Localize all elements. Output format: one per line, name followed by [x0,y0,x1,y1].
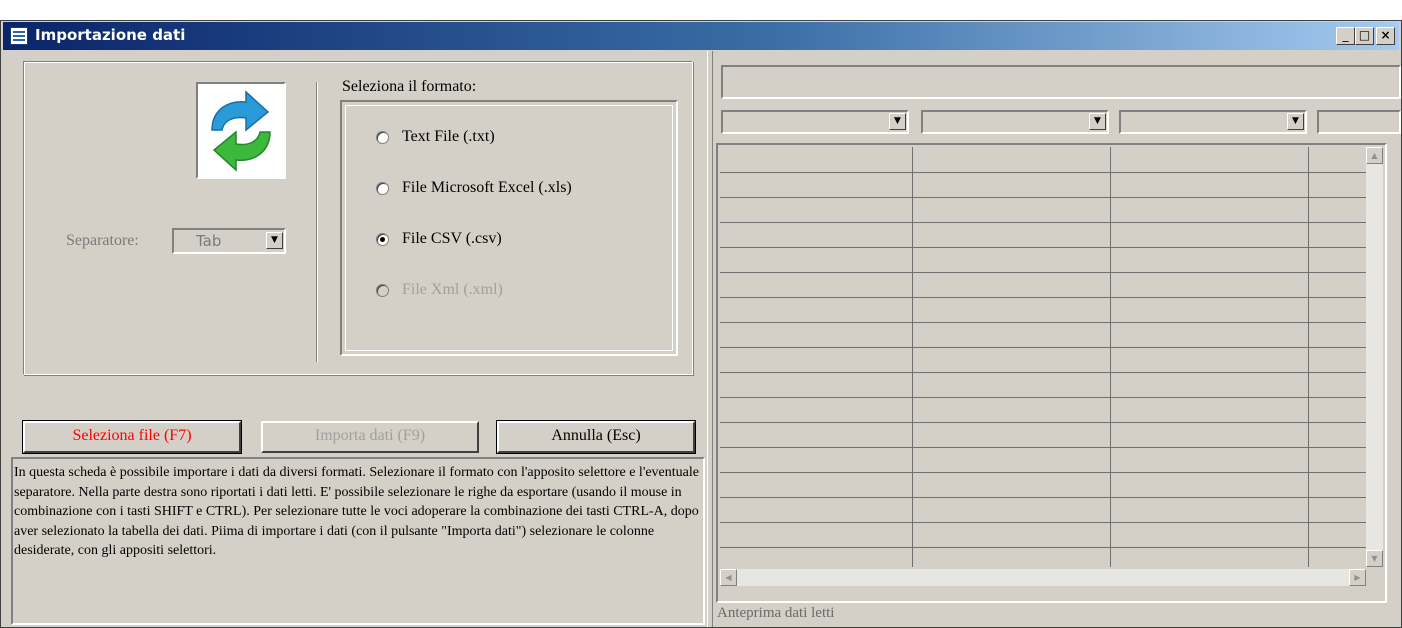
minimize-button[interactable]: _ [1336,27,1355,45]
cancel-button[interactable]: Annulla (Esc) [497,421,695,453]
format-radio-group: Text File (.txt) File Microsoft Excel (.… [340,100,678,356]
grid-row-line [720,222,1366,223]
radio-text-file[interactable]: Text File (.txt) [376,126,495,148]
grid-row-line [720,397,1366,398]
grid-row-line [720,472,1366,473]
radio-xml-file: File Xml (.xml) [376,279,503,301]
radio-label: Text File (.txt) [402,128,495,145]
chevron-down-icon: ▼ [266,232,283,249]
radio-button-disabled [376,283,389,297]
grid-row-line [720,522,1366,523]
horizontal-scrollbar[interactable]: ◀ ▶ [720,569,1366,586]
chevron-down-icon: ▼ [1287,113,1304,130]
grid-column-line [1110,147,1111,567]
separator-select[interactable]: Tab ▼ [172,228,286,254]
radio-label: File Microsoft Excel (.xls) [402,179,572,196]
separator-value: Tab [196,232,222,250]
separator-label: Separatore: [66,232,139,249]
import-window: Importazione dati _ □ × Separatore: Tab … [0,20,1402,628]
preview-status-label: Anteprima dati letti [717,605,835,621]
chevron-down-icon: ▼ [1089,113,1106,130]
help-text: In questa scheda è possibile importare i… [14,465,699,558]
scroll-right-icon[interactable]: ▶ [1349,569,1366,586]
scroll-left-icon[interactable]: ◀ [720,569,737,586]
options-group: Separatore: Tab ▼ Seleziona il formato: … [23,61,693,375]
title-bar[interactable]: Importazione dati _ □ × [3,22,1399,50]
column-selector[interactable]: ▼ [921,110,1109,134]
app-icon [10,27,28,45]
grid-row-line [720,272,1366,273]
select-file-button[interactable]: Seleziona file (F7) [23,421,241,453]
grid-row-line [720,497,1366,498]
grid-column-line [1308,147,1309,567]
radio-label: File CSV (.csv) [402,230,502,247]
chevron-down-icon: ▼ [889,113,906,130]
radio-excel-file[interactable]: File Microsoft Excel (.xls) [376,177,572,199]
vertical-scrollbar[interactable]: ▲ ▼ [1366,147,1383,567]
preview-grid[interactable]: ▲ ▼ ◀ ▶ [716,143,1387,603]
radio-button[interactable] [376,130,389,144]
grid-row-line [720,297,1366,298]
grid-row-line [720,447,1366,448]
radio-csv-file[interactable]: File CSV (.csv) [376,228,502,250]
grid-row-line [720,197,1366,198]
grid-row-line [720,247,1366,248]
scroll-down-icon[interactable]: ▼ [1366,550,1383,567]
help-text-box: In questa scheda è possibile importare i… [11,457,705,625]
radio-label: File Xml (.xml) [402,281,503,298]
column-selector[interactable] [1317,110,1401,134]
refresh-arrows-icon [211,90,271,172]
grid-row-line [720,422,1366,423]
divider [316,82,318,362]
column-selector[interactable]: ▼ [721,110,909,134]
grid-row-line [720,547,1366,548]
grid-row-line [720,347,1366,348]
radio-button[interactable] [376,181,389,195]
scroll-up-icon[interactable]: ▲ [1366,147,1383,164]
column-selector[interactable]: ▼ [1119,110,1307,134]
grid-column-line [912,147,913,567]
splitter[interactable] [707,51,713,627]
format-label: Seleziona il formato: [342,78,477,95]
grid-row-line [720,322,1366,323]
import-icon-frame [196,82,286,179]
close-button[interactable]: × [1376,27,1395,45]
grid-row-line [720,172,1366,173]
grid-cells [720,147,1366,567]
window-title: Importazione dati [35,26,186,44]
import-data-button[interactable]: Importa dati (F9) [261,421,479,453]
maximize-button[interactable]: □ [1355,27,1374,45]
file-path-field[interactable] [721,65,1401,99]
radio-button-checked[interactable] [376,232,389,246]
grid-row-line [720,372,1366,373]
